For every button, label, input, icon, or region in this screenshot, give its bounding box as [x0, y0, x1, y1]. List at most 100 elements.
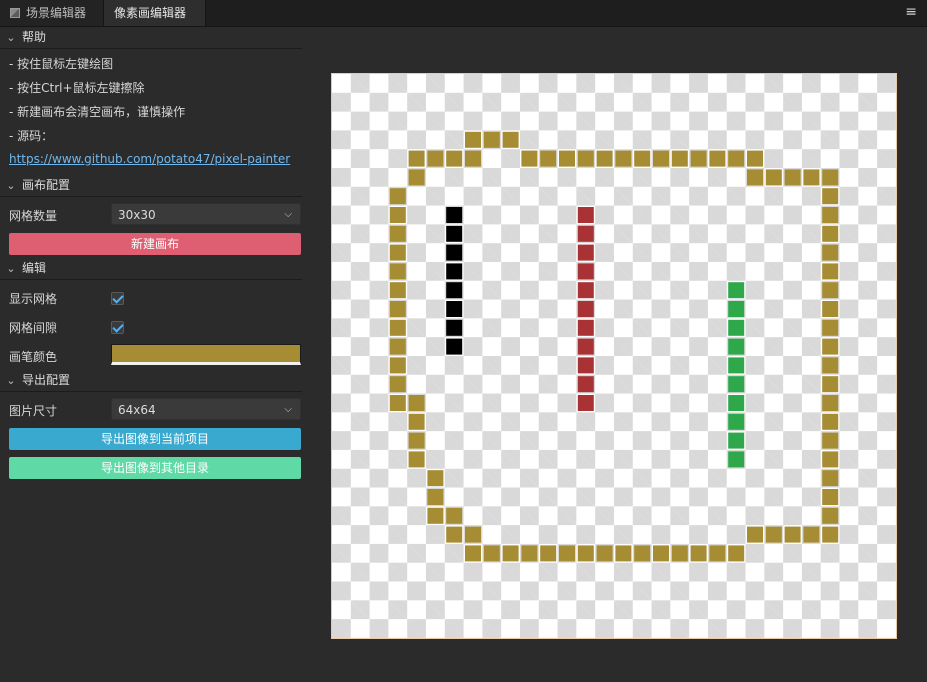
pixel-green[interactable] — [728, 357, 745, 374]
pixel-gold[interactable] — [822, 376, 839, 393]
pixel-gold[interactable] — [389, 207, 406, 223]
pixel-gold[interactable] — [427, 489, 444, 505]
pixel-black[interactable] — [446, 207, 463, 223]
pixel-gold[interactable] — [822, 244, 839, 261]
pixel-gold[interactable] — [784, 169, 801, 186]
pixel-red[interactable] — [577, 395, 594, 411]
section-canvas-config-header[interactable]: ⌄ 画布配置 — [0, 174, 302, 197]
pixel-gold[interactable] — [408, 169, 425, 186]
pixel-gold[interactable] — [465, 526, 481, 543]
pixel-gold[interactable] — [446, 150, 463, 167]
pixel-grid[interactable] — [332, 74, 896, 638]
pixel-gold[interactable] — [822, 470, 839, 487]
pixel-gold[interactable] — [634, 545, 651, 562]
pixel-gold[interactable] — [577, 545, 594, 562]
pixel-gold[interactable] — [540, 545, 557, 562]
pixel-gold[interactable] — [389, 244, 406, 261]
pixel-gold[interactable] — [427, 507, 444, 524]
pixel-green[interactable] — [728, 413, 745, 430]
pixel-gold[interactable] — [446, 526, 463, 543]
pixel-gold[interactable] — [747, 526, 763, 543]
pixel-green[interactable] — [728, 432, 745, 449]
pixel-gold[interactable] — [408, 451, 425, 468]
pixel-gold[interactable] — [408, 413, 425, 430]
pixel-gold[interactable] — [671, 150, 688, 167]
pixel-red[interactable] — [577, 301, 594, 317]
grid-count-select[interactable]: 30x30 ⌵ — [111, 203, 301, 225]
pixel-gold[interactable] — [408, 150, 425, 167]
pixel-gold[interactable] — [559, 150, 575, 167]
pixel-gold[interactable] — [784, 526, 801, 543]
pixel-gold[interactable] — [389, 188, 406, 205]
pixel-gold[interactable] — [822, 225, 839, 242]
pixel-black[interactable] — [446, 319, 463, 336]
section-export-header[interactable]: ⌄ 导出配置 — [0, 369, 302, 392]
pixel-black[interactable] — [446, 263, 463, 280]
pixel-gold[interactable] — [747, 150, 763, 167]
pixel-red[interactable] — [577, 357, 594, 374]
pixel-gold[interactable] — [483, 545, 500, 562]
pixel-gold[interactable] — [822, 413, 839, 430]
pixel-red[interactable] — [577, 376, 594, 393]
pixel-black[interactable] — [446, 301, 463, 317]
pixel-gold[interactable] — [822, 301, 839, 317]
pixel-gold[interactable] — [446, 507, 463, 524]
pixel-gold[interactable] — [615, 545, 632, 562]
pixel-gold[interactable] — [389, 395, 406, 411]
section-help-header[interactable]: ⌄ 帮助 — [0, 26, 302, 49]
pixel-canvas[interactable] — [331, 73, 897, 639]
pixel-gold[interactable] — [596, 150, 613, 167]
pixel-green[interactable] — [728, 319, 745, 336]
pixel-gold[interactable] — [765, 169, 782, 186]
pixel-gold[interactable] — [822, 432, 839, 449]
pixel-gold[interactable] — [822, 338, 839, 355]
pixel-gold[interactable] — [427, 150, 444, 167]
pixel-gold[interactable] — [389, 263, 406, 280]
pixel-gold[interactable] — [465, 131, 481, 148]
pixel-red[interactable] — [577, 225, 594, 242]
export-to-other-dir-button[interactable]: 导出图像到其他目录 — [9, 457, 301, 479]
pixel-green[interactable] — [728, 301, 745, 317]
pixel-green[interactable] — [728, 395, 745, 411]
pixel-gold[interactable] — [389, 338, 406, 355]
tab-scene-editor[interactable]: 场景编辑器 — [0, 0, 104, 26]
pixel-gold[interactable] — [690, 545, 707, 562]
pixel-gold[interactable] — [615, 150, 632, 167]
pixel-red[interactable] — [577, 244, 594, 261]
pixel-black[interactable] — [446, 338, 463, 355]
pixel-red[interactable] — [577, 263, 594, 280]
pixel-gold[interactable] — [577, 150, 594, 167]
pixel-red[interactable] — [577, 319, 594, 336]
pixel-green[interactable] — [728, 282, 745, 299]
pixel-gold[interactable] — [822, 489, 839, 505]
pixel-red[interactable] — [577, 282, 594, 299]
pixel-gold[interactable] — [634, 150, 651, 167]
grid-gap-checkbox[interactable] — [111, 321, 124, 334]
pixel-gold[interactable] — [690, 150, 707, 167]
pixel-gold[interactable] — [822, 282, 839, 299]
pixel-gold[interactable] — [728, 545, 745, 562]
pixel-gold[interactable] — [709, 150, 726, 167]
pixel-gold[interactable] — [822, 169, 839, 186]
pixel-gold[interactable] — [389, 376, 406, 393]
pixel-gold[interactable] — [559, 545, 575, 562]
pixel-gold[interactable] — [803, 169, 820, 186]
pixel-gold[interactable] — [427, 470, 444, 487]
pixel-gold[interactable] — [822, 451, 839, 468]
pixel-gold[interactable] — [822, 263, 839, 280]
pixel-red[interactable] — [577, 338, 594, 355]
pixel-gold[interactable] — [408, 432, 425, 449]
pixel-gold[interactable] — [389, 319, 406, 336]
pixel-gold[interactable] — [728, 150, 745, 167]
pixel-gold[interactable] — [803, 526, 820, 543]
pixel-green[interactable] — [728, 338, 745, 355]
pixel-gold[interactable] — [747, 169, 763, 186]
pixel-gold[interactable] — [822, 507, 839, 524]
pixel-gold[interactable] — [389, 225, 406, 242]
pixel-gold[interactable] — [653, 150, 669, 167]
pixel-gold[interactable] — [389, 282, 406, 299]
pixel-gold[interactable] — [822, 357, 839, 374]
pixel-red[interactable] — [577, 207, 594, 223]
pixel-gold[interactable] — [389, 301, 406, 317]
menu-icon[interactable]: ≡ — [905, 0, 917, 26]
